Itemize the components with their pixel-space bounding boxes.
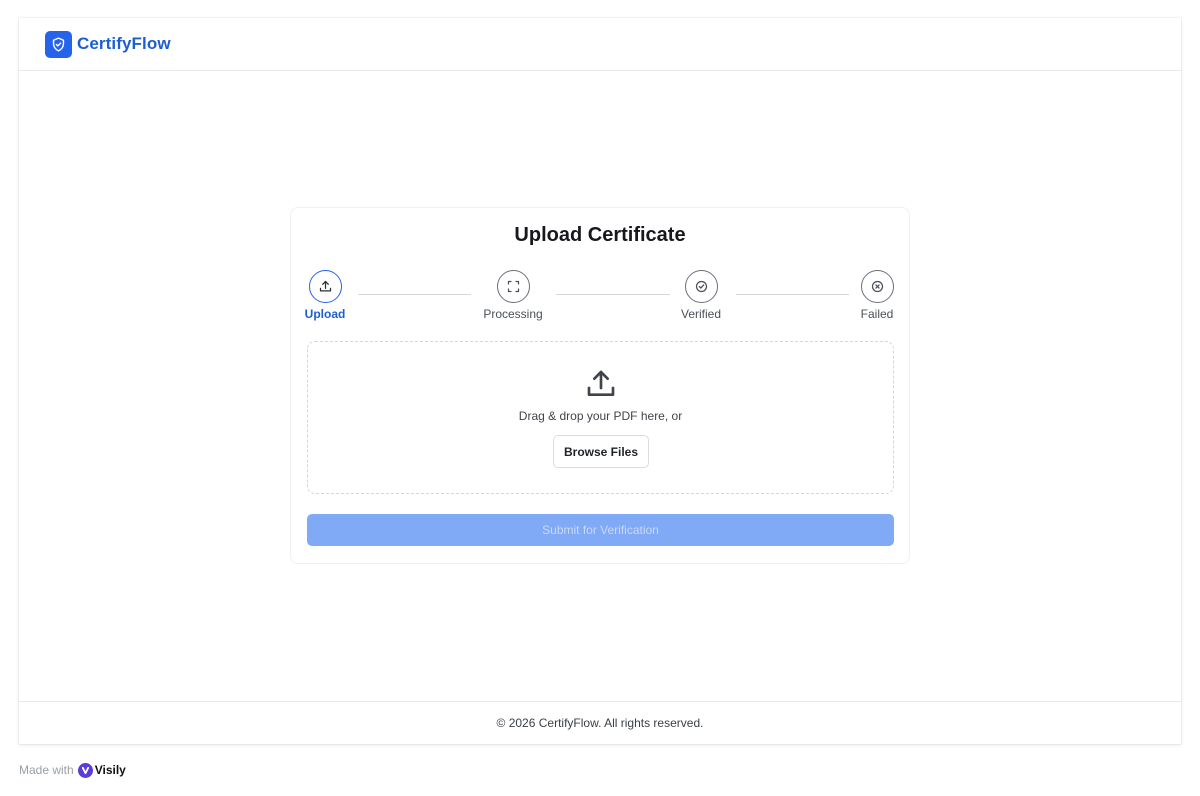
copyright-text: © 2026 CertifyFlow. All rights reserved.	[496, 716, 704, 730]
step-upload-circle	[308, 270, 342, 303]
step-label: Processing	[483, 307, 543, 321]
upload-icon	[319, 280, 331, 292]
step-failed-circle	[860, 270, 894, 303]
visily-brand: Visily	[94, 763, 126, 777]
shield-check-icon	[52, 36, 65, 52]
logo[interactable]	[45, 30, 72, 58]
step-label: Verified	[680, 307, 722, 321]
x-circle-icon	[871, 280, 883, 293]
step-label: Upload	[304, 307, 346, 321]
step-failed: Failed	[837, 270, 917, 321]
browse-files-button[interactable]: Browse Files	[553, 435, 649, 468]
step-label: Failed	[860, 307, 894, 321]
step-connector	[358, 294, 471, 295]
step-verified-circle	[684, 270, 718, 303]
made-with-label: Made with	[19, 763, 74, 777]
made-with-badge[interactable]: Made with Visily	[19, 762, 126, 778]
check-circle-icon	[695, 280, 707, 293]
step-upload: Upload	[285, 270, 365, 321]
upload-tray-icon	[587, 370, 614, 396]
step-processing-circle	[496, 270, 530, 303]
step-verified: Verified	[661, 270, 741, 321]
step-processing: Processing	[473, 270, 553, 321]
visily-logo-icon	[77, 762, 93, 778]
scan-icon	[507, 280, 519, 293]
dropzone-text: Drag & drop your PDF here, or	[518, 409, 683, 423]
card-title: Upload Certificate	[514, 224, 686, 246]
app-window: CertifyFlow Upload Certificate Upload Pr…	[19, 18, 1181, 744]
file-dropzone[interactable]: Drag & drop your PDF here, or Browse Fil…	[307, 341, 894, 494]
step-connector	[736, 294, 849, 295]
brand-name[interactable]: CertifyFlow	[77, 34, 171, 54]
app-footer: © 2026 CertifyFlow. All rights reserved.	[19, 701, 1181, 744]
step-connector	[556, 294, 670, 295]
submit-verification-button[interactable]: Submit for Verification	[307, 514, 894, 546]
app-header: CertifyFlow	[19, 18, 1181, 71]
upload-card: Upload Certificate Upload Processing Ver…	[290, 207, 910, 564]
